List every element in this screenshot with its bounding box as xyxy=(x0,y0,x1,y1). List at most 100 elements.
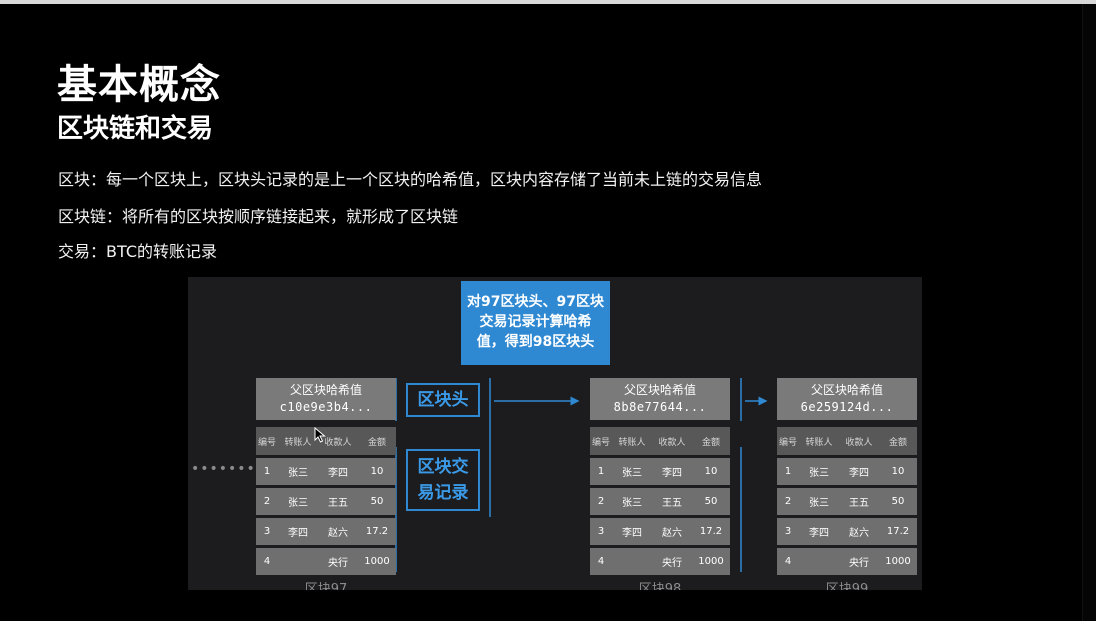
table-cell: 央行 xyxy=(849,558,869,569)
table-cell: 赵六 xyxy=(849,528,869,539)
block-tx-tag: 区块交 易记录 xyxy=(406,449,480,511)
table-cell: 17.2 xyxy=(699,526,723,537)
table-row: 1 张三 李四 10 xyxy=(590,458,730,485)
hash-calc-box: 对97区块头、97区块 交易记录计算哈希 值，得到98区块头 xyxy=(461,281,610,365)
window-right-edge xyxy=(1082,4,1096,621)
tx-table: 编号 转账人 收款人 金额 1 张三 李四 10 2 张三 王五 50 3 李四 赵六 17.2 … xyxy=(256,427,396,575)
table-cell: 1000 xyxy=(698,556,724,567)
hash-title: 父区块哈希值 xyxy=(623,383,696,397)
hash-title: 父区块哈希值 xyxy=(289,383,362,397)
block-97: 父区块哈希值 c10e9e3b4... 编号 转账人 收款人 金额 1 张三 李四 1… xyxy=(256,378,396,590)
table-cell: 张三 xyxy=(809,468,829,479)
block-98: 父区块哈希值 8b8e77644... 编号 转账人 收款人 金额 1 张三 李四 1… xyxy=(590,378,730,590)
table-cell: 4 xyxy=(784,556,792,567)
col-amount: 金额 xyxy=(367,437,386,448)
table-cell: 赵六 xyxy=(662,528,682,539)
calc-line-1: 对97区块头、97区块 xyxy=(467,294,604,310)
table-cell: 收款人 xyxy=(658,437,686,448)
tx-table: 编号 转账人 收款人 金额 1 张三 李四 10 2 张三 王五 50 3 李四 赵六 17.2 … xyxy=(777,427,917,575)
table-cell: 王五 xyxy=(662,498,682,509)
block-label: 区块97 xyxy=(304,582,348,590)
table-cell: 张三 xyxy=(288,468,308,479)
table-cell: 50 xyxy=(891,496,905,507)
table-cell: 编号 xyxy=(778,437,797,448)
table-cell: 王五 xyxy=(328,498,348,509)
ellipsis-dots: ••••••• xyxy=(191,461,256,477)
table-cell: 1 xyxy=(263,466,271,477)
table-cell: 李四 xyxy=(288,528,308,539)
table-cell: 央行 xyxy=(328,558,348,569)
table-cell: 张三 xyxy=(809,498,829,509)
table-cell: 1 xyxy=(784,466,792,477)
parent-hash-box: 父区块哈希值 8b8e77644... xyxy=(590,378,730,420)
calc-line-2: 交易记录计算哈希 xyxy=(479,314,592,330)
table-row: 1 张三 李四 10 xyxy=(256,458,396,485)
table-row: 4 央行 1000 xyxy=(777,548,917,575)
parent-hash-box: 父区块哈希值 6e259124d... xyxy=(777,378,917,420)
table-cell: 4 xyxy=(263,556,271,567)
table-cell: 李四 xyxy=(662,468,682,479)
slide-title: 基本概念 xyxy=(57,62,221,108)
table-cell: 50 xyxy=(370,496,384,507)
table-cell: 10 xyxy=(370,466,384,477)
col-id: 编号 xyxy=(257,437,276,448)
blockchain-diagram: ••••••• 对97区块头、97区块 交易记录计算哈希 值，得到98区块头 区… xyxy=(188,277,922,590)
table-cell: 3 xyxy=(784,526,792,537)
table-cell: 2 xyxy=(597,496,605,507)
table-cell: 张三 xyxy=(288,498,308,509)
table-cell: 张三 xyxy=(622,498,642,509)
table-row: 2 张三 王五 50 xyxy=(256,488,396,515)
table-cell: 金额 xyxy=(888,437,907,448)
table-cell: 4 xyxy=(597,556,605,567)
table-row: 2 张三 王五 50 xyxy=(590,488,730,515)
table-row: 4 央行 1000 xyxy=(590,548,730,575)
block-label: 区块98 xyxy=(638,582,682,590)
table-cell: 50 xyxy=(704,496,718,507)
table-cell: 编号 xyxy=(591,437,610,448)
table-cell: 李四 xyxy=(328,468,348,479)
table-cell: 赵六 xyxy=(328,528,348,539)
table-cell: 10 xyxy=(704,466,718,477)
tx-tag-line-2: 易记录 xyxy=(417,483,469,503)
col-sender: 转账人 xyxy=(284,437,312,448)
table-row: 4 央行 1000 xyxy=(256,548,396,575)
table-header-row: 编号 转账人 收款人 金额 xyxy=(777,427,917,455)
table-cell: 10 xyxy=(891,466,905,477)
table-row: 3 李四 赵六 17.2 xyxy=(256,518,396,545)
table-cell: 转账人 xyxy=(618,437,646,448)
block-label: 区块99 xyxy=(825,582,869,590)
hash-value: 8b8e77644... xyxy=(613,400,707,414)
table-cell: 收款人 xyxy=(845,437,873,448)
table-cell: 李四 xyxy=(809,528,829,539)
table-cell: 3 xyxy=(263,526,271,537)
calc-line-3: 值，得到98区块头 xyxy=(476,334,595,350)
window-top-strip xyxy=(0,0,1096,4)
table-cell: 转账人 xyxy=(805,437,833,448)
table-cell: 1000 xyxy=(885,556,911,567)
table-cell: 王五 xyxy=(849,498,869,509)
table-row: 1 张三 李四 10 xyxy=(777,458,917,485)
table-row: 3 李四 赵六 17.2 xyxy=(590,518,730,545)
table-cell: 1 xyxy=(597,466,605,477)
table-cell: 张三 xyxy=(622,468,642,479)
table-cell: 李四 xyxy=(849,468,869,479)
table-header-row: 编号 转账人 收款人 金额 xyxy=(256,427,396,455)
bullet-block: 区块：每一个区块上，区块头记录的是上一个区块的哈希值，区块内容存储了当前未上链的… xyxy=(58,170,763,189)
table-cell: 2 xyxy=(263,496,271,507)
table-row: 2 张三 王五 50 xyxy=(777,488,917,515)
hash-value: c10e9e3b4... xyxy=(279,400,373,414)
table-cell: 央行 xyxy=(662,558,682,569)
table-cell: 金额 xyxy=(701,437,720,448)
table-row: 3 李四 赵六 17.2 xyxy=(777,518,917,545)
mouse-cursor-icon xyxy=(314,427,326,443)
table-header-row: 编号 转账人 收款人 金额 xyxy=(590,427,730,455)
table-cell: 1000 xyxy=(364,556,390,567)
slide-subtitle: 区块链和交易 xyxy=(57,114,214,144)
parent-hash-box: 父区块哈希值 c10e9e3b4... xyxy=(256,378,396,420)
table-cell: 17.2 xyxy=(365,526,389,537)
hash-title: 父区块哈希值 xyxy=(810,383,883,397)
bullet-blockchain: 区块链：将所有的区块按顺序链接起来，就形成了区块链 xyxy=(58,207,459,226)
block-header-tag: 区块头 xyxy=(406,383,480,417)
table-cell: 17.2 xyxy=(886,526,910,537)
table-cell: 2 xyxy=(784,496,792,507)
